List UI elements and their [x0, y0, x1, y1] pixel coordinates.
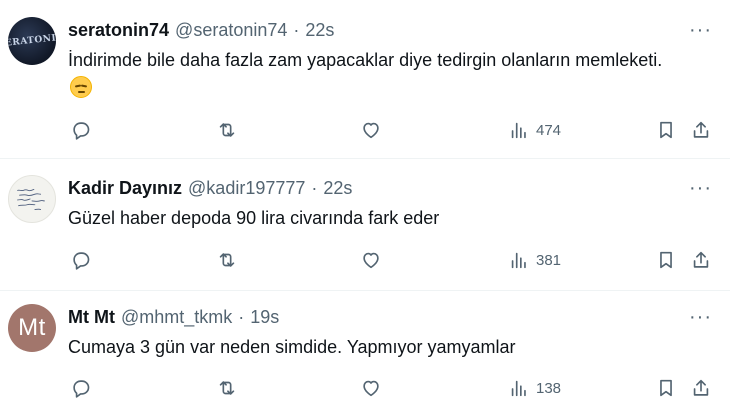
- retweet-button[interactable]: [216, 248, 238, 272]
- separator-dot: ·: [238, 307, 245, 327]
- share-icon: [693, 379, 709, 396]
- user-handle[interactable]: @seratonin74: [175, 20, 287, 41]
- more-icon[interactable]: ···: [689, 20, 712, 40]
- retweet-icon: [219, 123, 235, 137]
- view-count: 138: [536, 379, 562, 397]
- retweet-icon: [219, 381, 235, 395]
- avatar[interactable]: Mt: [8, 304, 56, 352]
- separator-dot: ·: [293, 20, 300, 40]
- view-count: 474: [536, 121, 562, 139]
- views-button[interactable]: 138: [508, 376, 561, 400]
- timestamp[interactable]: 22s: [305, 20, 334, 41]
- retweet-icon: [219, 253, 235, 267]
- tweet[interactable]: SERATONIN seratonin74 @seratonin74 · 22s…: [0, 0, 730, 158]
- view-count: 381: [536, 251, 562, 269]
- tweet-text: Cumaya 3 gün var neden simdide. Yapmıyor…: [68, 337, 516, 357]
- timestamp[interactable]: 22s: [323, 178, 352, 199]
- like-button[interactable]: [360, 118, 382, 142]
- reply-button[interactable]: [70, 376, 92, 400]
- bookmark-button[interactable]: [655, 376, 677, 400]
- display-name[interactable]: seratonin74: [68, 20, 169, 41]
- timestamp[interactable]: 19s: [250, 307, 279, 328]
- bookmark-icon: [660, 251, 672, 269]
- avatar[interactable]: [8, 175, 56, 223]
- views-button[interactable]: 381: [508, 248, 561, 272]
- views-button[interactable]: 474: [508, 118, 561, 142]
- bookmark-icon: [660, 121, 672, 139]
- tweet[interactable]: Kadir Dayınız @kadir197777 · 22s ··· Güz…: [0, 158, 730, 290]
- retweet-button[interactable]: [216, 376, 238, 400]
- display-name[interactable]: Mt Mt: [68, 307, 115, 328]
- separator-dot: ·: [311, 178, 318, 198]
- avatar[interactable]: SERATONIN: [8, 17, 56, 65]
- share-icon: [693, 121, 709, 138]
- tweet-header: Kadir Dayınız @kadir197777 · 22s: [68, 178, 352, 199]
- bookmark-button[interactable]: [655, 118, 677, 142]
- avatar-initials: Mt: [18, 314, 46, 341]
- user-handle[interactable]: @mhmt_tkmk: [121, 307, 232, 328]
- retweet-button[interactable]: [216, 118, 238, 142]
- heart-icon: [363, 252, 379, 269]
- share-button[interactable]: [690, 118, 712, 142]
- reply-icon: [73, 122, 90, 140]
- heart-icon: [363, 380, 379, 397]
- reply-icon: [73, 252, 90, 270]
- more-icon[interactable]: ···: [689, 307, 712, 327]
- tweet-header: seratonin74 @seratonin74 · 22s: [68, 20, 334, 41]
- bookmark-icon: [660, 379, 672, 397]
- avatar-label: SERATONIN: [8, 32, 56, 50]
- action-bar: 138: [68, 376, 718, 400]
- share-icon: [693, 251, 709, 268]
- action-bar: 474: [68, 118, 718, 142]
- tweet-text: İndirimde bile daha fazla zam yapacaklar…: [68, 50, 663, 70]
- reply-button[interactable]: [70, 118, 92, 142]
- like-button[interactable]: [360, 376, 382, 400]
- share-button[interactable]: [690, 248, 712, 272]
- user-handle[interactable]: @kadir197777: [188, 178, 305, 199]
- pensive-face-icon: [70, 76, 92, 98]
- heart-icon: [363, 122, 379, 139]
- display-name[interactable]: Kadir Dayınız: [68, 178, 182, 199]
- reply-icon: [73, 380, 90, 398]
- views-chart-icon: [511, 252, 526, 269]
- tweet-feed: SERATONIN seratonin74 @seratonin74 · 22s…: [0, 0, 730, 420]
- more-icon[interactable]: ···: [689, 178, 712, 198]
- like-button[interactable]: [360, 248, 382, 272]
- tweet-header: Mt Mt @mhmt_tkmk · 19s: [68, 307, 279, 328]
- action-bar: 381: [68, 248, 718, 272]
- views-chart-icon: [511, 122, 526, 139]
- bookmark-button[interactable]: [655, 248, 677, 272]
- share-button[interactable]: [690, 376, 712, 400]
- tweet[interactable]: Mt Mt Mt @mhmt_tkmk · 19s ··· Cumaya 3 g…: [0, 290, 730, 420]
- views-chart-icon: [511, 380, 526, 397]
- tweet-text: Güzel haber depoda 90 lira civarında far…: [68, 208, 440, 228]
- reply-button[interactable]: [70, 248, 92, 272]
- handwritten-note-image: [17, 188, 45, 210]
